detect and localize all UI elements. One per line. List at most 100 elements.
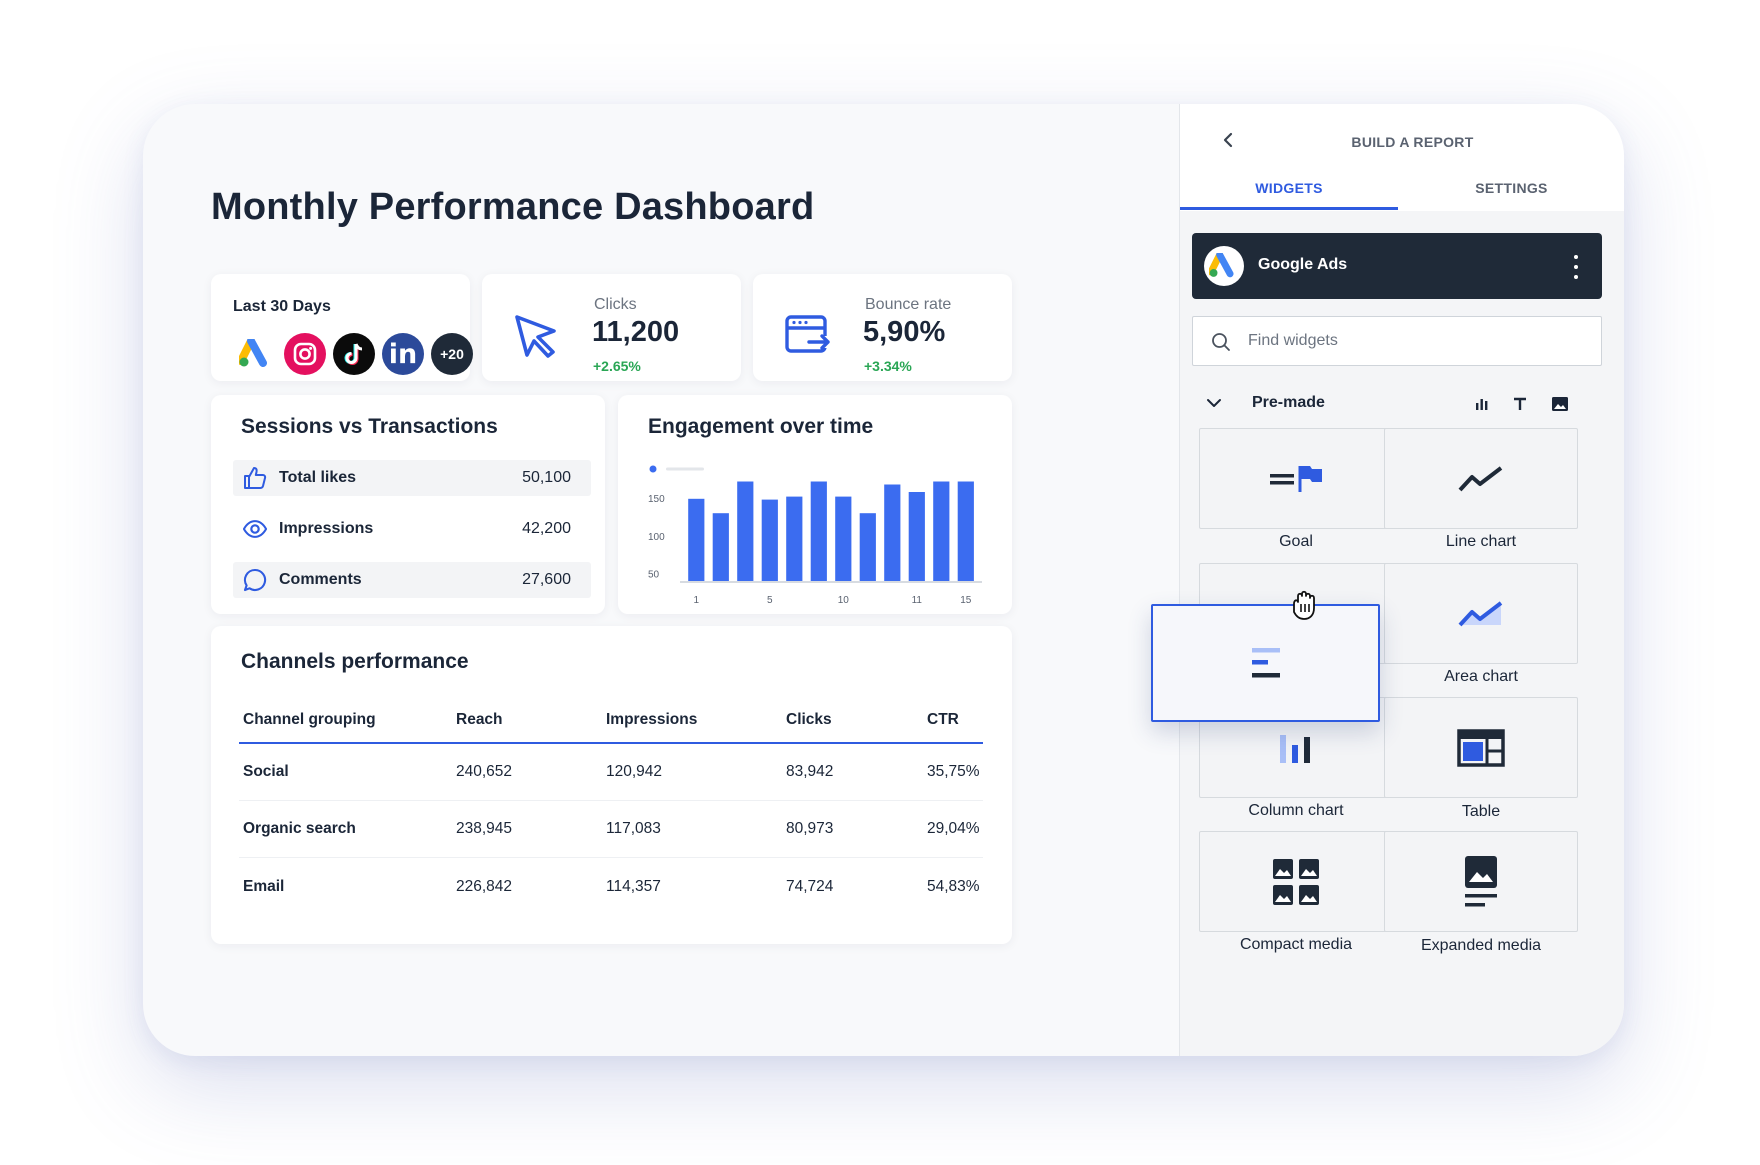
tab-widgets[interactable]: WIDGETS [1180,180,1398,196]
build-report-panel: BUILD A REPORT WIDGETS SETTINGS Google A… [1179,104,1624,1056]
column-chart-icon [1280,734,1310,763]
chart-bar [884,484,901,581]
table-cell: 226,842 [456,877,513,895]
column-header[interactable]: Channel grouping [243,711,376,729]
google-ads-icon[interactable] [235,333,277,375]
more-sources-badge[interactable]: +20 [431,333,473,375]
table-header: Channel grouping Reach Impressions Click… [239,698,983,744]
table-row[interactable]: Organic search 238,945 117,083 80,973 29… [239,801,983,858]
table-row[interactable]: Email 226,842 114,357 74,724 54,83% [239,858,983,915]
table-cell: Social [243,763,289,780]
metric-value: 50,100 [522,469,571,486]
metric-label: Comments [279,571,362,588]
chart-bar [908,492,925,581]
card-title: Engagement over time [648,415,874,438]
table-cell: Organic search [243,820,356,837]
widget-search[interactable] [1192,316,1602,366]
engagement-chart-card[interactable]: Engagement over time 50 100 150 1 5 10 11 15 [618,395,1012,614]
kebab-menu-icon[interactable] [1572,255,1580,279]
bounce-rate-kpi-card[interactable]: Bounce rate 5,90% +3.34% [753,274,1012,381]
app-window: Monthly Performance Dashboard Last 30 Da… [143,104,1624,1056]
chart-bar [688,498,705,581]
widget-label: Expanded media [1420,937,1542,954]
table-cell: 74,724 [786,877,834,895]
kpi-label: Clicks [594,296,637,313]
card-title: Channels performance [241,650,469,673]
channels-performance-card[interactable]: Channels performance Channel grouping Re… [211,626,1012,944]
sessions-card[interactable]: Sessions vs Transactions Total likes 50,… [211,395,605,614]
column-header[interactable]: CTR [927,711,959,729]
table-cell: 240,652 [456,763,513,780]
widget-label: Goal [1279,533,1313,550]
metric-label: Total likes [279,469,357,486]
panel-title: BUILD A REPORT [1351,134,1474,150]
column-header[interactable]: Clicks [786,711,832,729]
table-icon [1457,728,1505,767]
tiktok-icon[interactable] [333,333,375,375]
kpi-label: Bounce rate [865,296,952,313]
text-filter-icon[interactable] [1510,394,1530,414]
table-row[interactable]: Social 240,652 120,942 83,942 35,75% [239,744,983,801]
chart-bar [737,481,754,581]
table-cell: 35,75% [927,763,980,780]
premade-section-header[interactable]: Pre-made [1206,392,1586,416]
bar-widget-icon [1251,648,1280,678]
comment-icon [243,568,267,592]
column-header[interactable]: Impressions [606,711,697,729]
grab-cursor-icon [1288,588,1322,627]
legend-marker [649,465,657,473]
data-sources-card[interactable]: Last 30 Days in +20 [211,274,473,381]
search-input[interactable] [1248,329,1578,353]
legend-label-placeholder [666,467,704,471]
kpi-delta: +2.65% [593,358,641,374]
active-tab-indicator [1180,207,1398,210]
table-cell: Email [243,877,285,895]
list-item[interactable]: Impressions 42,200 [233,511,591,547]
widget-area-chart[interactable] [1384,563,1578,664]
google-ads-icon [1204,246,1244,286]
tab-settings[interactable]: SETTINGS [1398,180,1624,196]
list-item[interactable]: Total likes 50,100 [233,460,591,496]
linkedin-icon[interactable]: in [382,333,424,375]
clicks-kpi-card[interactable]: Clicks 11,200 +2.65% [482,274,741,381]
table-cell: 117,083 [606,820,661,837]
area-chart-icon [1458,600,1503,626]
image-filter-icon[interactable] [1550,394,1570,414]
list-item[interactable]: Comments 27,600 [233,562,591,598]
x-tick-label: 15 [960,595,972,605]
y-tick-label: 50 [648,569,660,580]
chevron-down-icon[interactable] [1206,395,1222,416]
channels-table: Channel grouping Reach Impressions Click… [239,698,983,915]
widget-label: Area chart [1444,668,1518,685]
widget-label: Column chart [1248,802,1344,819]
compact-media-icon [1273,858,1319,905]
x-tick-label: 10 [838,595,850,605]
metric-value: 42,200 [522,520,571,537]
widget-label: Table [1461,803,1501,820]
goal-flag-icon [1270,465,1322,492]
x-tick-label: 11 [912,595,923,605]
data-source-selector[interactable]: Google Ads [1192,233,1602,299]
y-tick-label: 100 [648,532,665,543]
x-tick-label: 1 [694,595,700,605]
data-source-icons: in +20 [235,333,480,375]
dragged-widget[interactable] [1151,604,1380,722]
chart-bar [761,499,778,581]
column-header[interactable]: Reach [456,711,503,729]
chart-bar [957,481,974,581]
widget-line-chart[interactable] [1384,428,1578,529]
widget-expanded-media[interactable] [1384,831,1578,932]
table-cell: 54,83% [927,877,980,895]
chart-filter-icon[interactable] [1472,394,1492,414]
widget-table[interactable] [1384,697,1578,798]
table-cell: 238,945 [456,820,513,837]
instagram-icon[interactable] [284,333,326,375]
table-cell: 80,973 [786,820,834,837]
chart-bar [859,513,876,581]
card-title: Sessions vs Transactions [241,415,498,438]
widget-goal[interactable] [1199,428,1393,529]
thumbs-up-icon [243,466,267,490]
widget-compact-media[interactable] [1199,831,1393,932]
search-icon [1211,332,1231,357]
chart-bar [810,481,827,581]
